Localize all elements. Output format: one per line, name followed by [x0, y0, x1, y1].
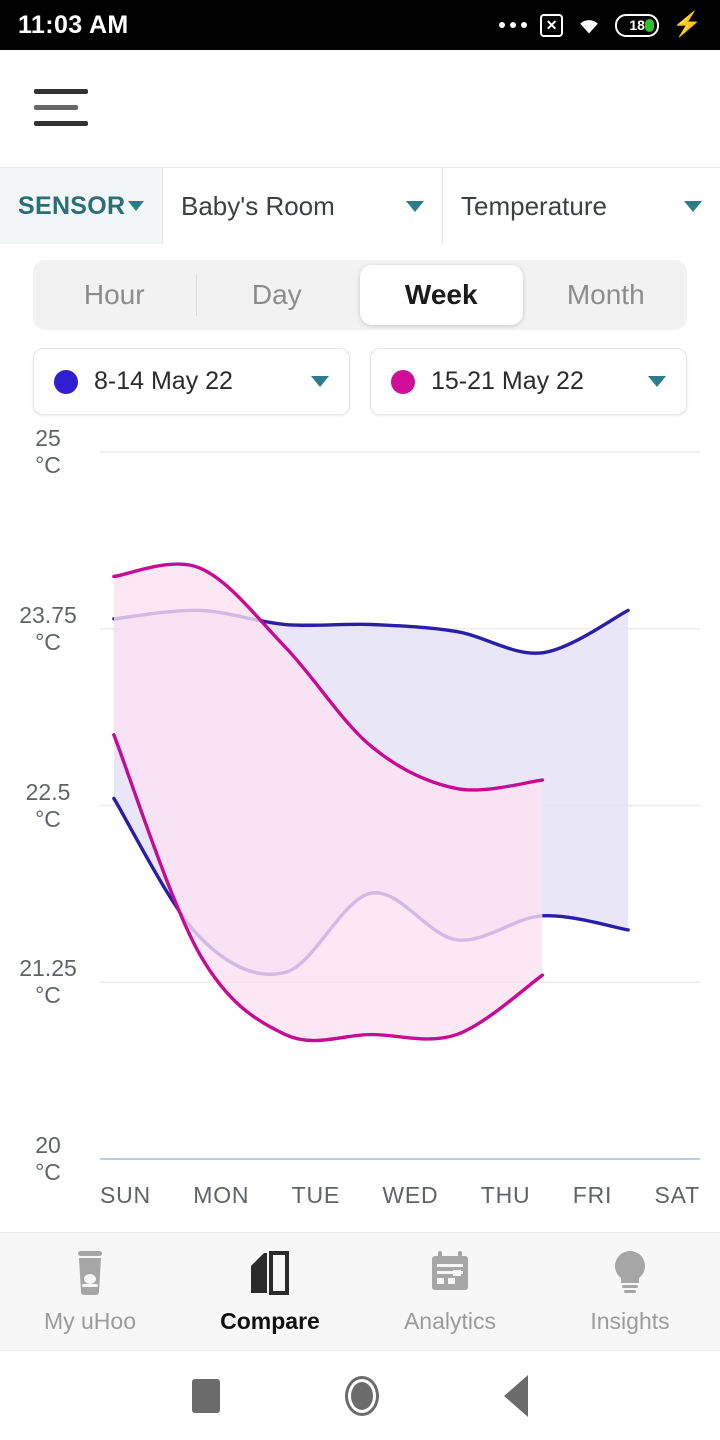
- nav-item-my-uhoo[interactable]: My uHoo: [0, 1249, 180, 1335]
- tab-week[interactable]: Week: [360, 265, 523, 325]
- chevron-down-icon: [406, 200, 424, 212]
- y-tick-label: 23.75 °C: [19, 601, 77, 655]
- x-box-icon: ✕: [540, 13, 564, 37]
- recents-square-icon[interactable]: [192, 1378, 220, 1413]
- app-screen: 11:03 AM ✕ 18 ⚡ SENSOR Baby's Room Tempe…: [0, 0, 720, 1440]
- app-bar: [0, 50, 720, 165]
- wifi-icon: [576, 14, 602, 36]
- x-tick-sun: SUN: [100, 1182, 151, 1208]
- battery-level: 18: [629, 17, 645, 33]
- metric-dropdown[interactable]: Temperature: [443, 168, 720, 244]
- x-tick-wed: WED: [382, 1182, 439, 1208]
- lightbulb-icon: [609, 1249, 651, 1297]
- x-tick-sat: SAT: [654, 1182, 700, 1208]
- range-tabs: Hour Day Week Month: [33, 260, 687, 330]
- x-tick-fri: FRI: [572, 1182, 613, 1208]
- chart-canvas: [100, 451, 700, 1160]
- date-picker-row: 8-14 May 22 15-21 May 22: [33, 348, 687, 415]
- y-tick-label: 22.5 °C: [25, 778, 71, 832]
- nav-item-compare[interactable]: Compare: [180, 1249, 360, 1335]
- nav-item-insights[interactable]: Insights: [540, 1249, 720, 1335]
- date-picker-primary[interactable]: 8-14 May 22: [33, 348, 350, 415]
- nav-label-compare: Compare: [220, 1307, 320, 1334]
- system-navigation-bar: [0, 1350, 720, 1440]
- date-picker-secondary[interactable]: 15-21 May 22: [370, 348, 687, 415]
- compare-icon: [247, 1249, 293, 1297]
- sensor-dropdown[interactable]: SENSOR: [0, 168, 163, 244]
- series-color-dot: [54, 369, 78, 394]
- temperature-comparison-chart: 25 °C 23.75 °C 22.5 °C 21.25 °C 20 °C SUN MON TUE…: [0, 420, 720, 1230]
- tab-month[interactable]: Month: [525, 260, 688, 330]
- y-axis: 25 °C 23.75 °C 22.5 °C 21.25 °C 20 °C: [0, 420, 92, 1185]
- chevron-down-icon: [128, 201, 144, 211]
- date-picker-primary-label: 8-14 May 22: [94, 367, 233, 395]
- nav-label-analytics: Analytics: [403, 1307, 497, 1334]
- metric-dropdown-label: Temperature: [461, 190, 607, 221]
- chevron-down-icon: [684, 200, 702, 212]
- charging-bolt-icon: ⚡: [672, 11, 702, 38]
- tab-day[interactable]: Day: [195, 260, 359, 330]
- x-axis-labels: SUN MON TUE WED THU FRI SAT: [100, 1182, 700, 1209]
- hamburger-menu-icon[interactable]: [34, 78, 88, 137]
- room-dropdown-label: Baby's Room: [181, 190, 335, 221]
- chevron-down-icon: [648, 376, 666, 387]
- x-tick-thu: THU: [480, 1182, 531, 1208]
- device-icon: [69, 1249, 111, 1297]
- x-tick-mon: MON: [193, 1182, 250, 1208]
- nav-label-my-uhoo: My uHoo: [43, 1307, 137, 1334]
- room-dropdown[interactable]: Baby's Room: [163, 168, 443, 244]
- battery-icon: 18: [615, 13, 660, 37]
- home-circle-icon[interactable]: [345, 1375, 379, 1416]
- nav-label-insights: Insights: [590, 1307, 670, 1334]
- bottom-navigation: My uHoo Compare Analytics Insights: [0, 1232, 720, 1350]
- battery-fill: [645, 18, 655, 32]
- y-tick-label: 25 °C: [35, 425, 61, 478]
- status-icon-group: ✕ 18 ⚡: [499, 11, 702, 38]
- y-tick-label: 21.25 °C: [19, 955, 77, 1009]
- status-bar: 11:03 AM ✕ 18 ⚡: [0, 0, 720, 50]
- date-picker-secondary-label: 15-21 May 22: [431, 367, 584, 395]
- back-triangle-icon[interactable]: [504, 1374, 528, 1417]
- chevron-down-icon: [311, 376, 329, 387]
- status-time: 11:03 AM: [18, 10, 129, 39]
- tab-hour[interactable]: Hour: [33, 260, 196, 330]
- more-dots-icon: [499, 22, 528, 28]
- nav-item-analytics[interactable]: Analytics: [360, 1249, 540, 1335]
- selector-row: SENSOR Baby's Room Temperature: [0, 167, 720, 244]
- sensor-dropdown-label: SENSOR: [18, 191, 126, 220]
- x-tick-tue: TUE: [291, 1182, 341, 1208]
- y-tick-label: 20 °C: [35, 1132, 61, 1185]
- series-color-dot: [391, 369, 415, 394]
- calendar-icon: [427, 1249, 473, 1297]
